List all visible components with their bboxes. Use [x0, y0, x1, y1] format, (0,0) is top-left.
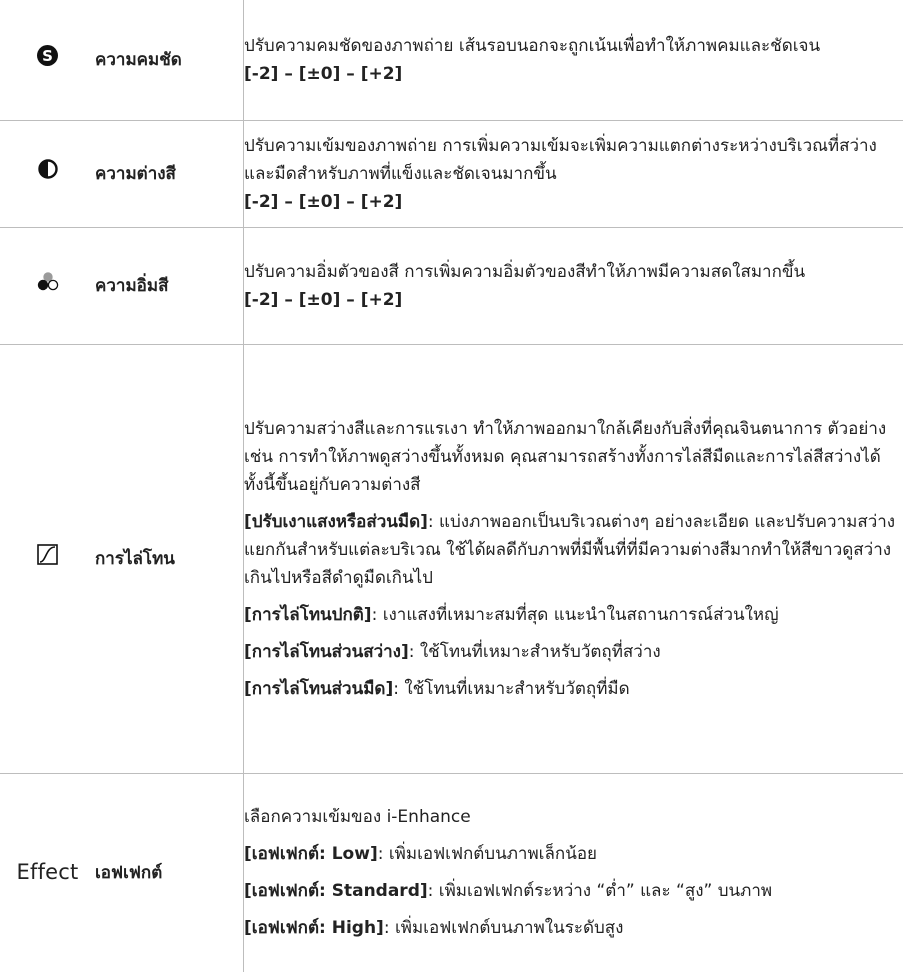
setting-range: [-2] – [±0] – [+2] — [244, 289, 403, 310]
table-row: ความอิ่มสี ปรับความอิ่มตัวของสี การเพิ่ม… — [0, 227, 903, 345]
option-label: [การไล่โทนส่วนสว่าง] — [244, 641, 409, 662]
option-text: : เพิ่มเอฟเฟกต์บนภาพในระดับสูง — [383, 918, 624, 939]
option-text: : ใช้โทนที่เหมาะสำหรับวัตถุที่มืด — [393, 678, 630, 699]
setting-description-cell: ปรับความอิ่มตัวของสี การเพิ่มความอิ่มตัว… — [243, 227, 903, 345]
setting-range: [-2] – [±0] – [+2] — [244, 191, 403, 212]
setting-description: ปรับความเข้มของภาพถ่าย การเพิ่มความเข้มจ… — [244, 135, 877, 184]
table-row: S ความคมชัด ปรับความคมชัดของภาพถ่าย เส้น… — [0, 0, 903, 121]
icon-cell — [0, 120, 95, 228]
option-label: [การไล่โทนปกติ] — [244, 604, 372, 625]
option-item: [เอฟเฟกต์: High]: เพิ่มเอฟเฟกต์บนภาพในระ… — [244, 914, 903, 942]
table-row: การไล่โทน ปรับความสว่างสีและการแรเงา ทำใ… — [0, 344, 903, 774]
setting-description-cell: ปรับความเข้มของภาพถ่าย การเพิ่มความเข้มจ… — [243, 120, 903, 228]
option-label: [เอฟเฟกต์: High] — [244, 918, 384, 939]
setting-description-cell: ปรับความสว่างสีและการแรเงา ทำให้ภาพออกมา… — [243, 344, 903, 774]
saturation-icon — [37, 271, 59, 300]
option-item: [เอฟเฟกต์: Standard]: เพิ่มเอฟเฟกต์ระหว่… — [244, 877, 903, 905]
setting-name: ความคมชัด — [95, 0, 244, 121]
setting-range: [-2] – [±0] – [+2] — [244, 63, 403, 84]
document-page: S ความคมชัด ปรับความคมชัดของภาพถ่าย เส้น… — [0, 0, 912, 973]
effect-label: Effect — [16, 859, 79, 884]
option-item: [ปรับเงาแสงหรือส่วนมืด]: แบ่งภาพออกเป็นบ… — [244, 508, 903, 592]
setting-name: ความต่างสี — [95, 120, 244, 228]
option-item: [การไล่โทนส่วนสว่าง]: ใช้โทนที่เหมาะสำหร… — [244, 638, 903, 666]
setting-description: ปรับความอิ่มตัวของสี การเพิ่มความอิ่มตัว… — [244, 261, 806, 282]
icon-cell: S — [0, 0, 95, 121]
settings-table: S ความคมชัด ปรับความคมชัดของภาพถ่าย เส้น… — [0, 0, 903, 972]
setting-description-cell: เลือกความเข้มของ i-Enhance [เอฟเฟกต์: Lo… — [243, 773, 903, 972]
option-label: [การไล่โทนส่วนมืด] — [244, 678, 394, 699]
contrast-icon — [37, 159, 58, 188]
option-label: [ปรับเงาแสงหรือส่วนมืด] — [244, 511, 428, 532]
option-text: : เงาแสงที่เหมาะสมที่สุด แนะนำในสถานการณ… — [371, 604, 779, 625]
setting-description-cell: ปรับความคมชัดของภาพถ่าย เส้นรอบนอกจะถูกเ… — [243, 0, 903, 121]
option-text: : เพิ่มเอฟเฟกต์ระหว่าง “ต่ำ” และ “สูง” บ… — [427, 881, 773, 902]
table-row: Effect เอฟเฟกต์ เลือกความเข้มของ i-Enhan… — [0, 773, 903, 972]
option-text: : ใช้โทนที่เหมาะสำหรับวัตถุที่สว่าง — [408, 641, 661, 662]
setting-name: การไล่โทน — [95, 344, 244, 774]
option-item: [เอฟเฟกต์: Low]: เพิ่มเอฟเฟกต์บนภาพเล็กน… — [244, 840, 903, 868]
sharpness-icon: S — [37, 44, 58, 75]
icon-cell — [0, 344, 95, 774]
gradation-icon — [37, 543, 58, 574]
setting-description: ปรับความคมชัดของภาพถ่าย เส้นรอบนอกจะถูกเ… — [244, 35, 821, 56]
svg-text:S: S — [42, 47, 53, 65]
icon-cell: Effect — [0, 773, 95, 972]
table-row: ความต่างสี ปรับความเข้มของภาพถ่าย การเพิ… — [0, 120, 903, 228]
option-label: [เอฟเฟกต์: Standard] — [244, 881, 428, 902]
icon-cell — [0, 227, 95, 345]
option-item: [การไล่โทนปกติ]: เงาแสงที่เหมาะสมที่สุด … — [244, 601, 903, 629]
option-label: [เอฟเฟกต์: Low] — [244, 844, 378, 865]
setting-name: เอฟเฟกต์ — [95, 862, 163, 883]
setting-intro: ปรับความสว่างสีและการแรเงา ทำให้ภาพออกมา… — [244, 418, 887, 495]
option-text: : เพิ่มเอฟเฟกต์บนภาพเล็กน้อย — [377, 844, 597, 865]
setting-intro: เลือกความเข้มของ i-Enhance — [244, 807, 471, 828]
option-item: [การไล่โทนส่วนมืด]: ใช้โทนที่เหมาะสำหรับ… — [244, 675, 903, 703]
setting-name: ความอิ่มสี — [95, 227, 244, 345]
